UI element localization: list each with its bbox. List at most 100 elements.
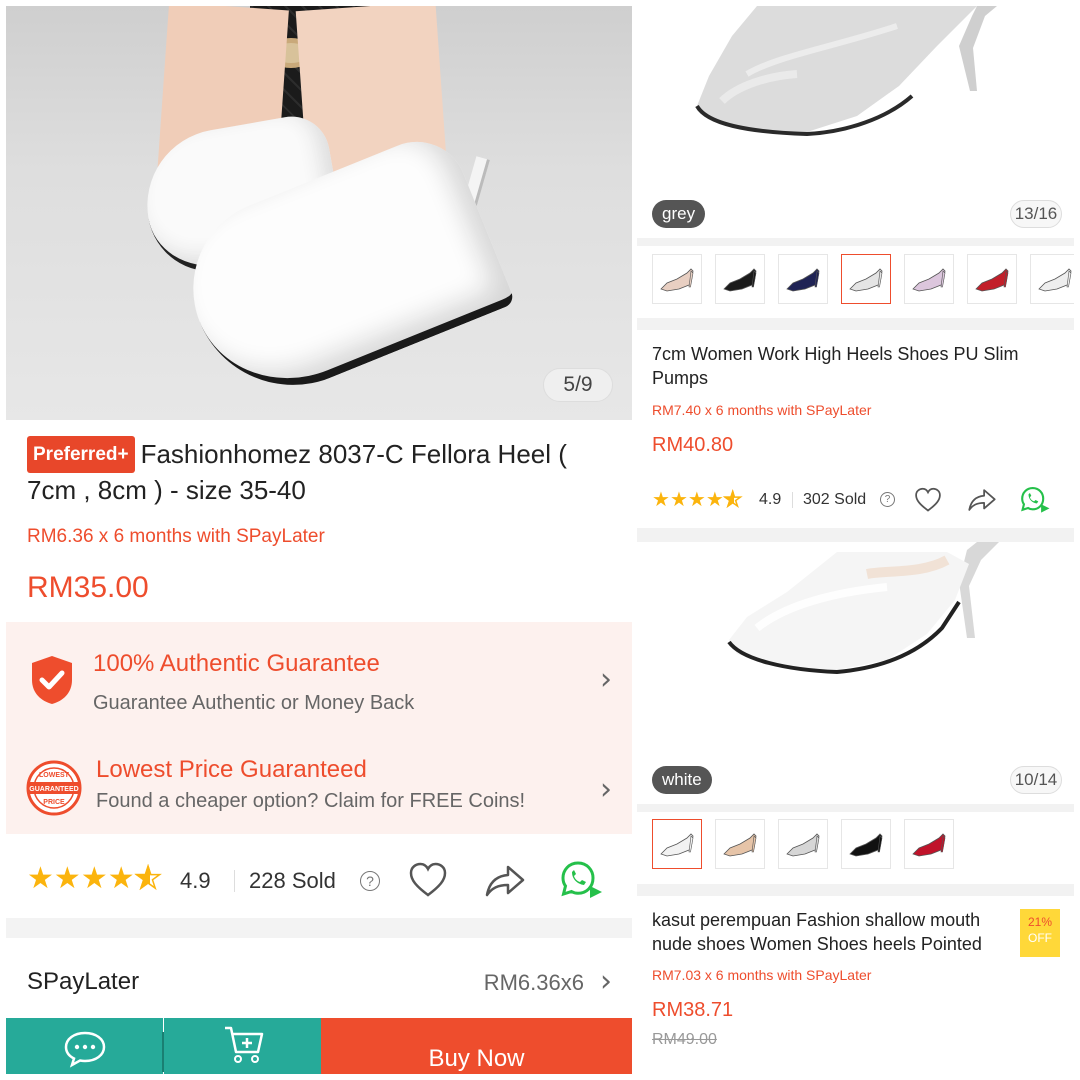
chat-icon (64, 1031, 106, 1068)
sold-count: 302 Sold (803, 491, 867, 508)
right-product-list: grey 13/16 7cm Women Work High Heels Sho… (637, 6, 1074, 1074)
star-rating: ★★★★★ (27, 861, 162, 897)
section-divider (6, 918, 632, 938)
shoe-thumbnail-icon (975, 268, 1009, 292)
star-icon: ★ (652, 487, 670, 511)
variant-thumbnail[interactable] (904, 819, 954, 869)
divider (637, 804, 1074, 812)
shoe-thumbnail-icon (786, 268, 820, 292)
buy-now-button[interactable]: Buy Now (321, 1018, 632, 1074)
product2-image[interactable] (637, 542, 1074, 800)
chat-button[interactable] (6, 1018, 163, 1074)
star-icon: ★ (27, 861, 54, 896)
image-counter: 10/14 (1010, 766, 1062, 794)
rating-value: 4.9 (759, 491, 782, 508)
divider (637, 528, 1074, 542)
rating-value: 4.9 (180, 868, 211, 893)
lowest-price-title: Lowest Price Guaranteed (96, 756, 367, 783)
divider (234, 870, 235, 892)
product2-spaylater: RM7.03 x 6 months with SPayLater (652, 967, 872, 983)
divider (792, 492, 793, 508)
spaylater-installment: RM6.36 x 6 months with SPayLater (27, 526, 325, 547)
white-pump-image (727, 542, 999, 675)
seal-text-top: LOWEST (39, 772, 70, 779)
shoe-thumbnail-icon (723, 833, 757, 857)
product1-title[interactable]: 7cm Women Work High Heels Shoes PU Slim … (652, 342, 1052, 390)
variant-tag: grey (652, 200, 706, 228)
discount-off-label: OFF (1028, 931, 1052, 945)
bottom-action-bar: Buy Now (6, 1018, 632, 1074)
help-icon[interactable]: ? (360, 871, 380, 891)
variant-thumbnail[interactable] (652, 819, 702, 869)
variant-thumbnail[interactable] (652, 254, 702, 304)
preferred-plus-badge: Preferred+ (27, 436, 135, 473)
divider (637, 238, 1074, 246)
star-icon: ★ (687, 487, 706, 511)
variant-thumbnail[interactable] (715, 254, 765, 304)
variant-thumbnail[interactable] (715, 819, 765, 869)
seal-text-bot: PRICE (43, 799, 65, 806)
product2-original-price: RM49.00 (652, 1031, 717, 1048)
shoe-thumbnail-icon (660, 833, 694, 857)
heart-icon[interactable] (408, 862, 448, 898)
shoe-thumbnail-icon (849, 268, 883, 292)
star-rating: ★★★★★ (652, 487, 742, 522)
image-counter: 13/16 (1010, 200, 1062, 228)
shoe-thumbnail-icon (660, 268, 694, 292)
spaylater-value: RM6.36x6 (483, 970, 584, 995)
add-to-cart-button[interactable] (164, 1018, 321, 1074)
authentic-subtitle: Guarantee Authentic or Money Back (93, 692, 415, 714)
grey-pump-image (695, 6, 997, 137)
star-icon: ★ (107, 861, 135, 896)
share-icon[interactable] (967, 488, 997, 512)
seal-text-mid: GUARANTEED (29, 786, 78, 793)
product-image[interactable]: 5/9 (6, 6, 632, 420)
star-icon: ★ (669, 487, 688, 511)
product2-title[interactable]: kasut perempuan Fashion shallow mouth nu… (652, 908, 1017, 956)
star-icon: ★ (705, 487, 724, 511)
lowest-price-row[interactable]: LOWEST GUARANTEED PRICE Lowest Price Gua… (6, 752, 632, 842)
product2-price: RM38.71 (652, 999, 734, 1021)
authentic-guarantee-row[interactable]: 100% Authentic Guarantee Guarantee Authe… (6, 642, 632, 732)
add-to-cart-icon (225, 1026, 264, 1063)
product1-image[interactable] (637, 6, 1074, 236)
variant-thumbnail[interactable] (841, 819, 891, 869)
spaylater-label: SPayLater (27, 968, 140, 995)
variant-tag: white (652, 766, 712, 794)
half-star-icon: ★ (723, 487, 742, 511)
product-title: Preferred+ Fashionhomez 8037-C Fellora He… (27, 436, 617, 508)
image-counter: 5/9 (543, 368, 613, 402)
share-icon[interactable] (484, 864, 526, 898)
star-icon: ★ (80, 861, 108, 896)
variant-thumbnail[interactable] (967, 254, 1017, 304)
heart-icon[interactable] (914, 487, 942, 513)
variant-thumbnail[interactable] (1030, 254, 1074, 304)
button-divider (162, 1032, 164, 1072)
half-star-icon: ★ (134, 861, 162, 897)
product1-rating-row: ★★★★★ 4.9 302 Sold ? (652, 484, 1072, 516)
chevron-right-icon: › (600, 964, 612, 999)
variant-thumbnail[interactable] (904, 254, 954, 304)
lowest-price-subtitle: Found a cheaper option? Claim for FREE C… (96, 790, 526, 812)
product1-price: RM40.80 (652, 434, 734, 456)
help-icon[interactable]: ? (880, 492, 895, 507)
shoe-thumbnail-icon (723, 268, 757, 292)
chevron-right-icon: › (600, 772, 612, 807)
lowest-price-seal-icon: LOWEST GUARANTEED PRICE (26, 760, 82, 816)
authentic-title: 100% Authentic Guarantee (93, 650, 380, 677)
variant-thumbnail[interactable] (778, 819, 828, 869)
shoe-thumbnail-icon (1038, 268, 1072, 292)
divider (637, 318, 1074, 330)
rating-row: ★★★★★ 4.9 228 Sold ? (27, 858, 627, 902)
whatsapp-share-icon[interactable] (560, 860, 604, 900)
shoe-thumbnail-icon (912, 833, 946, 857)
spaylater-row[interactable]: SPayLater RM6.36x6 › (27, 964, 612, 1004)
variant-thumbnail[interactable] (841, 254, 891, 304)
product1-spaylater: RM7.40 x 6 months with SPayLater (652, 402, 872, 418)
shoe-thumbnail-icon (786, 833, 820, 857)
variant-thumbnail[interactable] (778, 254, 828, 304)
star-icon: ★ (53, 861, 81, 896)
shoe-thumbnail-icon (849, 833, 883, 857)
left-product-page: 5/9 Preferred+ Fashionhomez 8037-C Fellor… (6, 6, 632, 1074)
whatsapp-share-icon[interactable] (1020, 486, 1051, 514)
